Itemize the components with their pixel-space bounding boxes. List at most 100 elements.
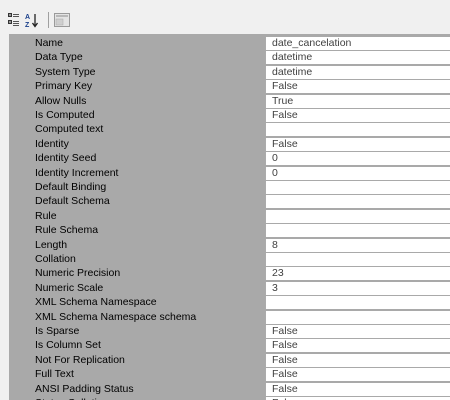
property-row[interactable]: Is Column Set False xyxy=(9,339,450,353)
property-name[interactable]: Is Sparse xyxy=(30,325,265,338)
property-value[interactable]: False xyxy=(265,353,450,367)
row-gutter xyxy=(9,166,30,180)
property-row[interactable]: Collation xyxy=(9,253,450,266)
row-gutter xyxy=(9,94,30,108)
property-value[interactable] xyxy=(265,296,450,310)
property-value[interactable]: date_cancelation xyxy=(265,37,450,50)
property-row[interactable]: Computed text xyxy=(9,123,450,137)
property-name[interactable]: Computed text xyxy=(30,123,265,137)
property-value[interactable]: False xyxy=(265,325,450,338)
property-value[interactable]: 23 xyxy=(265,267,450,281)
property-name[interactable]: Not For Replication xyxy=(30,353,265,367)
property-pages-icon[interactable] xyxy=(54,12,70,28)
categorized-icon[interactable] xyxy=(6,12,22,28)
property-name[interactable]: System Type xyxy=(30,65,265,79)
property-value[interactable]: True xyxy=(265,94,450,108)
property-name[interactable]: ANSI Padding Status xyxy=(30,382,265,396)
property-name[interactable]: Identity Increment xyxy=(30,166,265,180)
property-value[interactable]: 0 xyxy=(265,152,450,166)
property-name[interactable]: Identity xyxy=(30,137,265,151)
property-row[interactable]: ANSI Padding Status False xyxy=(9,382,450,396)
toolbar-separator xyxy=(48,12,49,28)
alphabetical-sort-icon[interactable]: A Z xyxy=(24,12,40,28)
row-gutter xyxy=(9,296,30,310)
property-row[interactable]: Default Binding xyxy=(9,181,450,194)
property-value[interactable]: datetime xyxy=(265,51,450,65)
property-value[interactable]: datetime xyxy=(265,65,450,79)
property-value[interactable] xyxy=(265,310,450,324)
property-name[interactable]: Rule Schema xyxy=(30,224,265,238)
property-row[interactable]: Numeric Precision 23 xyxy=(9,267,450,281)
property-name[interactable]: Numeric Scale xyxy=(30,281,265,295)
row-gutter xyxy=(9,281,30,295)
property-row[interactable]: Is Computed False xyxy=(9,109,450,122)
svg-text:A: A xyxy=(25,14,30,21)
property-row[interactable]: Is Sparse False xyxy=(9,325,450,338)
property-row[interactable]: Numeric Scale 3 xyxy=(9,281,450,295)
property-value[interactable]: 0 xyxy=(265,166,450,180)
property-row[interactable]: Length 8 xyxy=(9,238,450,252)
row-gutter xyxy=(9,152,30,166)
property-name[interactable]: Name xyxy=(30,37,265,50)
property-name[interactable]: Full Text xyxy=(30,368,265,382)
property-name[interactable]: Default Schema xyxy=(30,195,265,209)
property-row[interactable]: System Type datetime xyxy=(9,65,450,79)
property-value[interactable] xyxy=(265,224,450,238)
property-name[interactable]: Collation xyxy=(30,253,265,266)
property-name[interactable]: Default Binding xyxy=(30,181,265,194)
row-gutter xyxy=(9,310,30,324)
property-value[interactable] xyxy=(265,123,450,137)
property-row[interactable]: Data Type datetime xyxy=(9,51,450,65)
row-gutter xyxy=(9,37,30,50)
property-value[interactable] xyxy=(265,253,450,266)
property-value[interactable]: False xyxy=(265,80,450,94)
property-grid: Name date_cancelation Data Type datetime Sys… xyxy=(9,34,450,400)
property-name[interactable]: Length xyxy=(30,238,265,252)
property-value[interactable]: 8 xyxy=(265,238,450,252)
property-name[interactable]: Numeric Precision xyxy=(30,267,265,281)
property-name[interactable]: XML Schema Namespace xyxy=(30,296,265,310)
property-row[interactable]: Identity False xyxy=(9,137,450,151)
property-row[interactable]: Not For Replication False xyxy=(9,353,450,367)
property-toolbar: A Z xyxy=(0,0,450,34)
property-value[interactable]: 3 xyxy=(265,281,450,295)
property-value[interactable] xyxy=(265,209,450,223)
row-gutter xyxy=(9,123,30,137)
row-gutter xyxy=(9,339,30,353)
property-name[interactable]: Is Computed xyxy=(30,109,265,122)
property-name[interactable]: XML Schema Namespace schema xyxy=(30,310,265,324)
property-value[interactable]: False xyxy=(265,137,450,151)
row-gutter xyxy=(9,195,30,209)
svg-text:Z: Z xyxy=(25,22,30,28)
row-gutter xyxy=(9,51,30,65)
property-row[interactable]: Full Text False xyxy=(9,368,450,382)
property-row[interactable]: Default Schema xyxy=(9,195,450,209)
row-gutter xyxy=(9,238,30,252)
row-gutter xyxy=(9,224,30,238)
row-gutter xyxy=(9,65,30,79)
property-row[interactable]: Allow Nulls True xyxy=(9,94,450,108)
row-gutter xyxy=(9,253,30,266)
property-name[interactable]: Rule xyxy=(30,209,265,223)
property-row[interactable]: Identity Increment 0 xyxy=(9,166,450,180)
property-name[interactable]: Is Column Set xyxy=(30,339,265,353)
property-name[interactable]: Primary Key xyxy=(30,80,265,94)
property-row[interactable]: Identity Seed 0 xyxy=(9,152,450,166)
property-name[interactable]: Allow Nulls xyxy=(30,94,265,108)
property-value[interactable]: False xyxy=(265,109,450,122)
property-row[interactable]: Name date_cancelation xyxy=(9,37,450,50)
property-row[interactable]: Rule Schema xyxy=(9,224,450,238)
property-value[interactable] xyxy=(265,195,450,209)
property-row[interactable]: XML Schema Namespace schema xyxy=(9,310,450,324)
property-value[interactable]: False xyxy=(265,382,450,396)
property-value[interactable]: False xyxy=(265,368,450,382)
property-row[interactable]: XML Schema Namespace xyxy=(9,296,450,310)
row-gutter xyxy=(9,382,30,396)
property-row[interactable]: Primary Key False xyxy=(9,80,450,94)
row-gutter xyxy=(9,209,30,223)
property-value[interactable]: False xyxy=(265,339,450,353)
property-row[interactable]: Rule xyxy=(9,209,450,223)
property-name[interactable]: Data Type xyxy=(30,51,265,65)
property-name[interactable]: Identity Seed xyxy=(30,152,265,166)
property-value[interactable] xyxy=(265,181,450,194)
